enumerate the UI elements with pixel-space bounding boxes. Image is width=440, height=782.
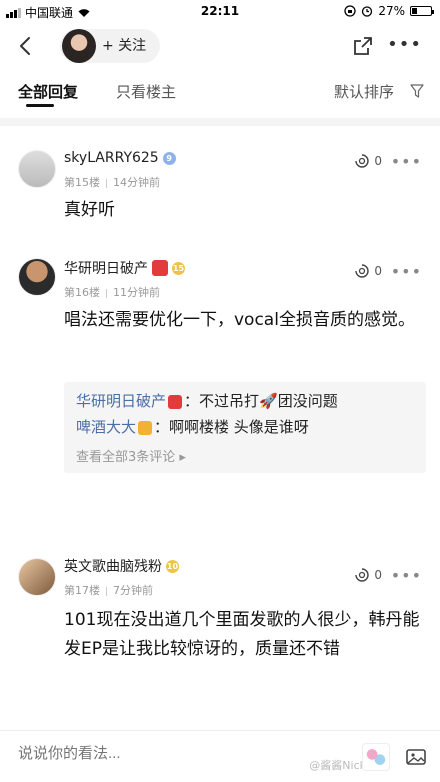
like-icon xyxy=(355,154,370,168)
like-button[interactable]: 0 xyxy=(353,566,382,584)
section-divider xyxy=(0,118,440,126)
reply-author[interactable]: 啤酒大大 xyxy=(76,418,136,436)
comment-time: 11分钟前 xyxy=(113,286,160,299)
battery-percent: 27% xyxy=(378,4,405,18)
share-icon[interactable] xyxy=(352,35,374,57)
comment-more-icon[interactable]: ••• xyxy=(391,566,422,585)
commenter-name[interactable]: 英文歌曲脑残粉 xyxy=(64,556,162,576)
comment-body: 真好听 xyxy=(64,200,115,220)
comment-meta: 第17楼 7分钟前 xyxy=(64,582,153,598)
tab-all-replies[interactable]: 全部回复 xyxy=(18,81,78,102)
like-button[interactable]: 0 xyxy=(353,262,382,280)
commenter-avatar[interactable] xyxy=(18,258,56,296)
filter-icon[interactable] xyxy=(410,84,424,98)
view-all-label: 查看全部3条评论 xyxy=(76,450,176,465)
tab-op-only[interactable]: 只看楼主 xyxy=(116,81,176,102)
alarm-icon xyxy=(362,6,373,17)
image-icon[interactable] xyxy=(404,745,428,769)
beer-emoji-icon xyxy=(138,420,153,435)
status-right: 27% xyxy=(344,4,434,18)
like-icon xyxy=(355,568,370,582)
comment-more-icon[interactable]: ••• xyxy=(391,262,422,281)
comment-time: 7分钟前 xyxy=(113,584,153,597)
comment-meta: 第16楼 11分钟前 xyxy=(64,284,160,300)
level-badge: 9 xyxy=(162,151,176,165)
like-count: 0 xyxy=(374,154,382,168)
like-button[interactable]: 0 xyxy=(353,152,382,170)
comment-input-bar: @酱酱Nick xyxy=(0,730,440,782)
like-count: 0 xyxy=(374,264,382,278)
comment-input[interactable] xyxy=(18,745,318,762)
chevron-right-icon: ▸ xyxy=(179,450,186,465)
floor-number: 第15楼 xyxy=(64,176,100,189)
reply-text: ：啊啊楼楼 头像是谁呀 xyxy=(154,418,309,436)
nav-bar: + 关注 ••• xyxy=(0,24,440,68)
commenter-name-row: 华研明日破产 15 xyxy=(64,258,185,278)
reply-preview-box[interactable]: 华研明日破产 ：不过吊打🚀团没问题 啤酒大大 ：啊啊楼楼 头像是谁呀 查看全部3条评… xyxy=(64,382,426,473)
comment-body: 101现在没出道几个里面发歌的人很少，韩丹能发EP是让我比较惊讶的，质量还不错 xyxy=(64,610,420,659)
commenter-name-row: 英文歌曲脑残粉 10 xyxy=(64,556,179,576)
commenter-name[interactable]: skyLARRY625 xyxy=(64,150,159,166)
sort-dropdown[interactable]: 默认排序 xyxy=(334,81,394,102)
reply-text: ：不过吊打🚀团没问题 xyxy=(184,392,338,410)
author-avatar[interactable] xyxy=(62,29,96,63)
watermark: @酱酱Nick xyxy=(309,759,366,772)
like-count: 0 xyxy=(374,568,382,582)
commenter-name-row: skyLARRY625 9 xyxy=(64,150,176,166)
floor-number: 第16楼 xyxy=(64,286,100,299)
like-icon xyxy=(355,264,370,278)
floor-number: 第17楼 xyxy=(64,584,100,597)
comment-time: 14分钟前 xyxy=(113,176,160,189)
commenter-avatar[interactable] xyxy=(18,558,56,596)
view-all-replies-link[interactable]: 查看全部3条评论 ▸ xyxy=(76,446,414,465)
lock-rotation-icon xyxy=(344,5,356,17)
follow-button[interactable]: + 关注 xyxy=(102,34,146,58)
reply-item: 华研明日破产 ：不过吊打🚀团没问题 xyxy=(76,388,414,414)
anger-emoji-icon xyxy=(152,260,168,276)
level-badge: 15 xyxy=(172,261,185,275)
comment-meta: 第15楼 14分钟前 xyxy=(64,174,160,190)
battery-icon xyxy=(410,6,434,16)
commenter-name[interactable]: 华研明日破产 xyxy=(64,258,148,278)
tab-active-indicator xyxy=(26,104,54,107)
comment-more-icon[interactable]: ••• xyxy=(391,152,422,171)
sticker-icon[interactable] xyxy=(362,743,390,771)
status-bar: 中国联通 22:11 27% xyxy=(0,0,440,24)
reply-item: 啤酒大大 ：啊啊楼楼 头像是谁呀 xyxy=(76,414,414,440)
level-badge: 10 xyxy=(166,559,179,573)
tab-bar: 全部回复 只看楼主 默认排序 xyxy=(0,70,440,112)
more-options-icon[interactable]: ••• xyxy=(387,36,422,54)
reply-author[interactable]: 华研明日破产 xyxy=(76,392,166,410)
comment-body: 唱法还需要优化一下，vocal全损音质的感觉。 xyxy=(64,310,415,330)
commenter-avatar[interactable] xyxy=(18,150,56,188)
back-arrow-icon[interactable] xyxy=(14,34,38,58)
anger-emoji-icon xyxy=(168,394,183,409)
